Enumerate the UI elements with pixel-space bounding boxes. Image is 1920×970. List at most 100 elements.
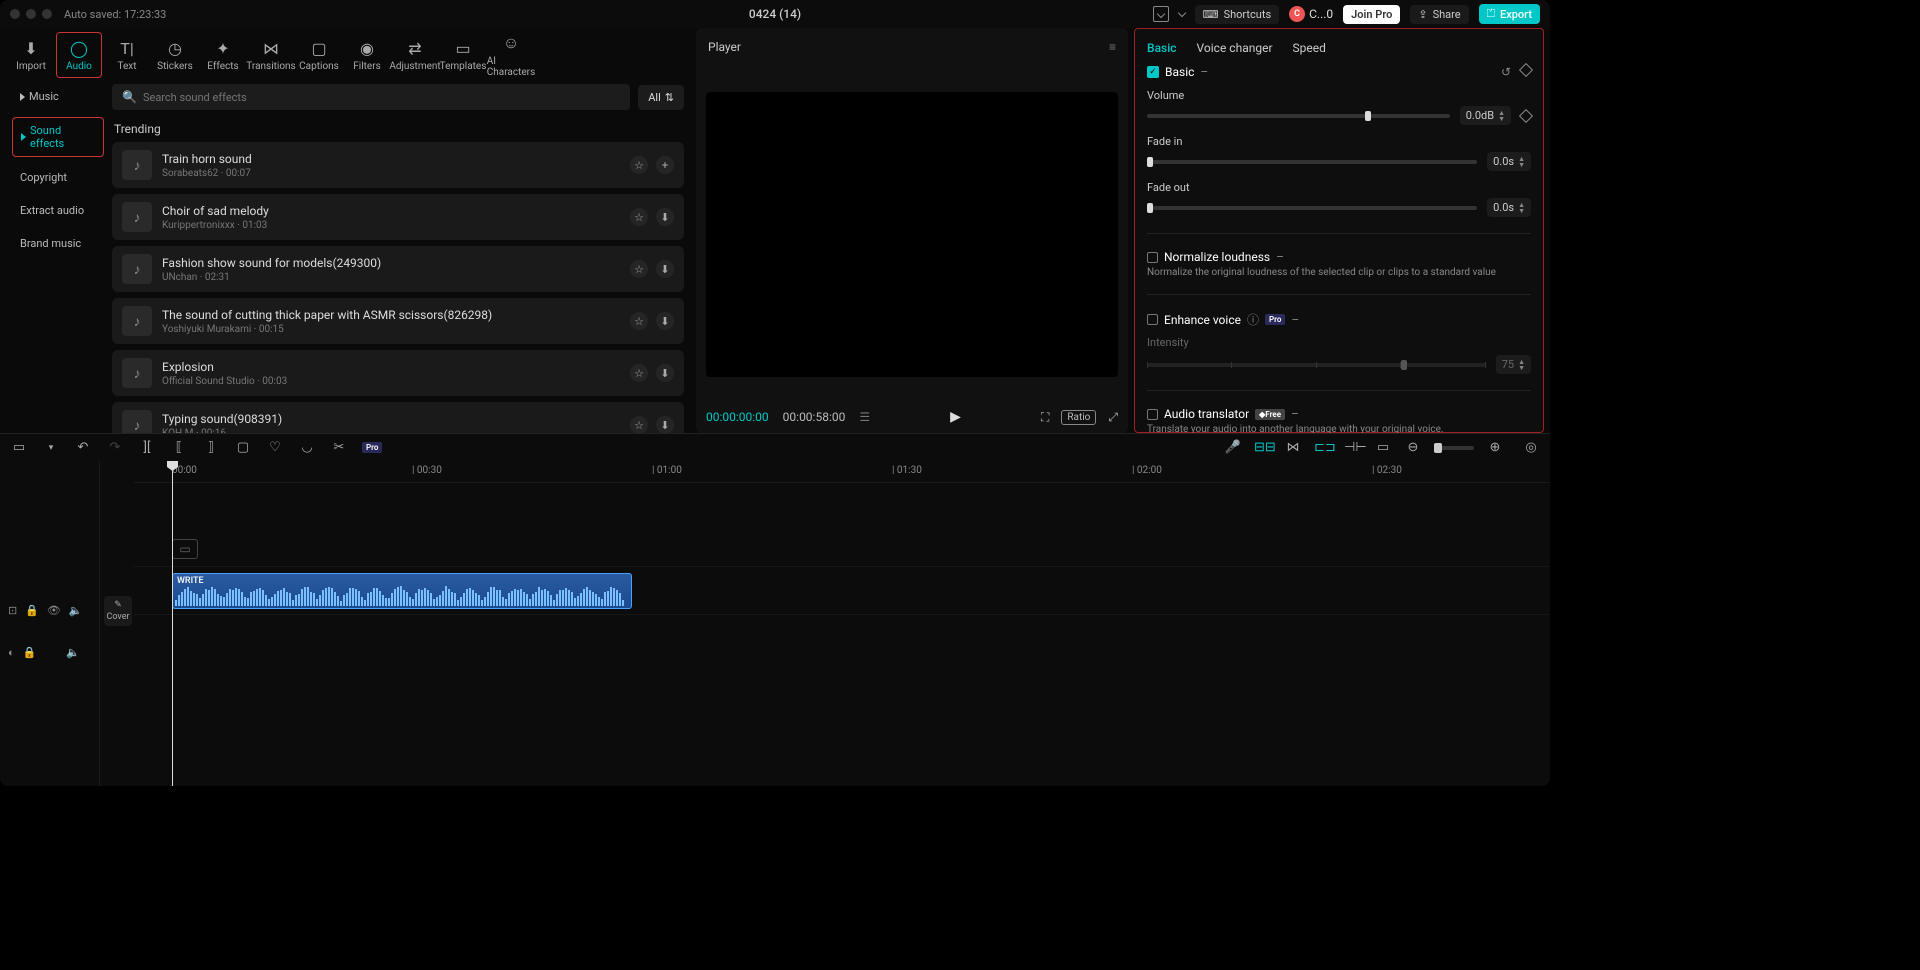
cover-button[interactable]: ✎ Cover [104, 596, 132, 626]
trim-right-icon[interactable]: ⟧ [202, 440, 220, 455]
user-chip[interactable]: C C...0 [1289, 6, 1333, 22]
tab-basic[interactable]: Basic [1147, 41, 1177, 55]
spinner-icon[interactable]: ▲▼ [1518, 156, 1525, 168]
zoom-out-icon[interactable]: ⊖ [1404, 440, 1422, 455]
redo-icon[interactable]: ↷ [106, 440, 124, 455]
spinner-icon[interactable]: ▲▼ [1518, 202, 1525, 214]
intensity-slider[interactable] [1147, 363, 1486, 367]
volume-keyframe-icon[interactable] [1519, 108, 1533, 122]
track-toggle-icon[interactable]: ◐ [8, 646, 15, 659]
tool-adjustment[interactable]: ⇄Adjustment [392, 32, 438, 78]
tab-voice-changer[interactable]: Voice changer [1197, 41, 1273, 55]
tool-captions[interactable]: ▢Captions [296, 32, 342, 78]
export-button[interactable]: ⏍ Export [1479, 4, 1540, 24]
star-icon[interactable]: ☆ [630, 312, 648, 330]
shortcuts-button[interactable]: ⌨ Shortcuts [1195, 5, 1279, 24]
volume-slider[interactable] [1147, 114, 1450, 118]
fadeout-value[interactable]: 0.0s ▲▼ [1487, 198, 1531, 217]
keyframe-all-icon[interactable] [1519, 63, 1533, 77]
align-icon[interactable]: ⊣⊢ [1344, 440, 1362, 455]
download-icon[interactable]: ⬇ [656, 364, 674, 382]
sound-item[interactable]: ♪ Choir of sad melody Kurippertronixxx ·… [112, 194, 684, 240]
max-dot[interactable] [42, 9, 52, 19]
tool-text[interactable]: T|Text [104, 32, 150, 78]
sound-item[interactable]: ♪ Typing sound(908391) KOH.M · 00:16 ☆ ⬇ [112, 402, 684, 433]
player-menu-icon[interactable]: ≡ [1109, 40, 1116, 54]
window-controls[interactable] [10, 9, 52, 19]
category-sound-effects[interactable]: Sound effects [12, 117, 104, 157]
join-pro-button[interactable]: Join Pro [1343, 5, 1400, 24]
add-icon[interactable]: + [656, 156, 674, 174]
autocut-icon[interactable]: ✂ [330, 440, 348, 455]
split-icon[interactable]: ]​[ [138, 440, 156, 455]
category-brand-music[interactable]: Brand music [12, 231, 104, 256]
fadein-slider[interactable] [1147, 160, 1477, 164]
category-extract-audio[interactable]: Extract audio [12, 198, 104, 223]
layout-icon[interactable] [1153, 6, 1169, 22]
tool-ai-characters[interactable]: ☺AI Characters [488, 32, 534, 78]
basic-toggle[interactable]: ✓ Basic – [1147, 65, 1208, 79]
link-icon[interactable]: ⋈ [1284, 440, 1302, 455]
eye-icon[interactable]: 👁 [47, 604, 61, 617]
volume-value[interactable]: 0.0dB ▲▼ [1460, 106, 1511, 125]
tool-templates[interactable]: ▭Templates [440, 32, 486, 78]
tool-stickers[interactable]: ◷Stickers [152, 32, 198, 78]
pointer-tool-icon[interactable]: ▭ [10, 440, 28, 455]
time-ruler[interactable]: 00:00| 00:30| 01:00| 01:30| 02:00| 02:30 [134, 461, 1550, 483]
snap-icon[interactable]: ⊟⊟ [1254, 440, 1272, 455]
download-icon[interactable]: ⬇ [656, 208, 674, 226]
lock-icon[interactable]: 🔒 [25, 604, 39, 617]
sound-item[interactable]: ♪ Train horn sound Sorabeats62 · 00:07 ☆… [112, 142, 684, 188]
ratio-button[interactable]: Ratio [1061, 410, 1096, 425]
tab-speed[interactable]: Speed [1293, 41, 1326, 55]
undo-icon[interactable]: ↶ [74, 440, 92, 455]
zoom-fit-icon[interactable]: ◎ [1522, 440, 1540, 455]
spinner-icon[interactable]: ▲▼ [1518, 359, 1525, 371]
reset-icon[interactable]: ↺ [1501, 65, 1511, 79]
tool-audio[interactable]: ◯Audio [56, 32, 102, 78]
tool-effects[interactable]: ✦Effects [200, 32, 246, 78]
tool-filters[interactable]: ◉Filters [344, 32, 390, 78]
pointer-menu-chevron-icon[interactable]: ▾ [42, 443, 60, 453]
star-icon[interactable]: ☆ [630, 208, 648, 226]
mute-icon[interactable]: 🔈 [66, 646, 80, 659]
audio-track[interactable]: WRITE [134, 567, 1550, 615]
download-icon[interactable]: ⬇ [656, 260, 674, 278]
delete-icon[interactable]: ▢ [234, 440, 252, 455]
min-dot[interactable] [26, 9, 36, 19]
search-input[interactable] [143, 91, 620, 104]
normalize-toggle[interactable]: Normalize loudness – [1147, 250, 1531, 264]
download-icon[interactable]: ⬇ [656, 416, 674, 433]
enhance-toggle[interactable]: Enhance voice ⓘ Pro – [1147, 311, 1531, 328]
empty-clip-icon[interactable]: ▭ [172, 539, 198, 559]
close-dot[interactable] [10, 9, 20, 19]
search-box[interactable]: 🔍 [112, 84, 630, 110]
tool-import[interactable]: ⬇Import [8, 32, 54, 78]
track-toggle-icon[interactable]: ⊡ [8, 604, 17, 617]
star-icon[interactable]: ☆ [630, 156, 648, 174]
magnet-icon[interactable]: ⊏⊐ [1314, 440, 1332, 455]
sound-item[interactable]: ♪ Fashion show sound for models(249300) … [112, 246, 684, 292]
info-icon[interactable]: ⓘ [1247, 311, 1259, 328]
play-button[interactable]: ▶ [950, 409, 961, 425]
audio-clip[interactable]: WRITE [172, 573, 632, 609]
trim-left-icon[interactable]: ⟦ [170, 440, 188, 455]
video-track[interactable]: ▭ [134, 531, 1550, 567]
favorite-icon[interactable]: ♡ [266, 440, 284, 455]
lock-icon[interactable]: 🔒 [23, 646, 37, 659]
star-icon[interactable]: ☆ [630, 416, 648, 433]
share-button[interactable]: ⇪ Share [1410, 5, 1468, 24]
category-copyright[interactable]: Copyright [12, 165, 104, 190]
spinner-icon[interactable]: ▲▼ [1498, 110, 1505, 122]
star-icon[interactable]: ☆ [630, 364, 648, 382]
sound-item[interactable]: ♪ The sound of cutting thick paper with … [112, 298, 684, 344]
translator-toggle[interactable]: Audio translator ◆Free – [1147, 407, 1531, 421]
fadein-value[interactable]: 0.0s ▲▼ [1487, 152, 1531, 171]
preview-canvas[interactable] [706, 92, 1118, 377]
layout-menu-chevron-icon[interactable] [1177, 8, 1185, 16]
zoom-in-icon[interactable]: ⊕ [1486, 440, 1504, 455]
category-music[interactable]: Music [12, 84, 104, 109]
sound-item[interactable]: ♪ Explosion Official Sound Studio · 00:0… [112, 350, 684, 396]
preview-icon[interactable]: ▭ [1374, 440, 1392, 455]
download-icon[interactable]: ⬇ [656, 312, 674, 330]
